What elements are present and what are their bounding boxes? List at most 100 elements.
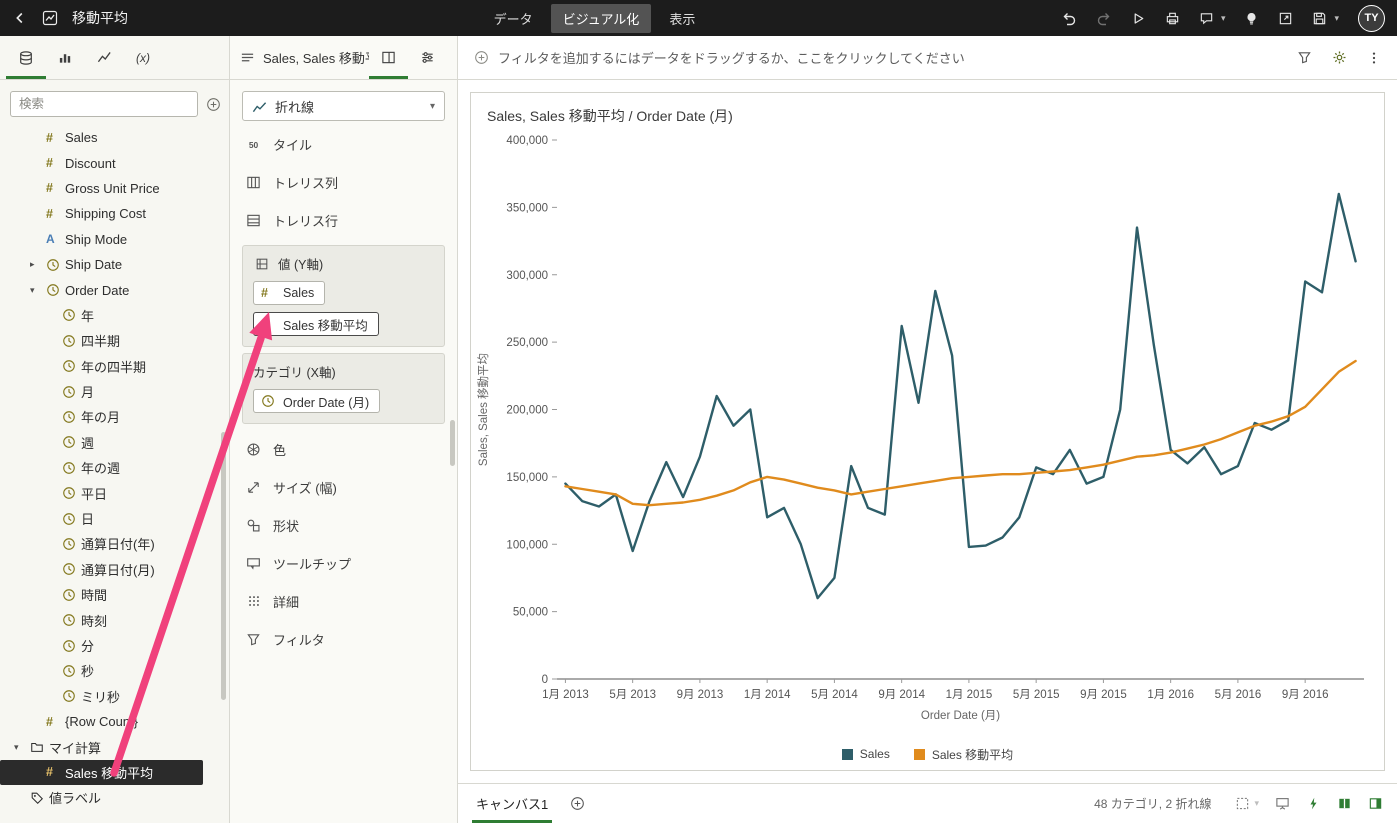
field-chip[interactable]: # Sales xyxy=(253,281,326,305)
tag-icon xyxy=(30,791,49,805)
filter-bar[interactable]: フィルタを追加するにはデータをドラッグするか、ここをクリックしてください xyxy=(458,36,1397,80)
filter-limit-icon[interactable] xyxy=(1297,50,1312,65)
field-item[interactable]: # Gross Unit Price xyxy=(0,176,229,201)
canvas-layout-chevron-icon[interactable]: ▾ xyxy=(1254,798,1259,809)
field-item[interactable]: # Discount xyxy=(0,150,229,175)
topbar-tab[interactable]: ビジュアル化 xyxy=(550,3,652,33)
add-filter-icon[interactable] xyxy=(474,50,489,65)
visualization-card[interactable]: Sales, Sales 移動平均 / Order Date (月) 0 50,0… xyxy=(470,92,1385,771)
search-box[interactable] xyxy=(10,91,198,117)
field-item[interactable]: 時間 xyxy=(0,582,229,607)
category-axis-section[interactable]: カテゴリ (X軸) Order Date (月) xyxy=(242,353,445,424)
field-item[interactable]: ミリ秒 xyxy=(0,684,229,709)
field-item[interactable]: 年の週 xyxy=(0,455,229,480)
export-icon[interactable] xyxy=(1165,11,1180,26)
grammar-scrollbar[interactable] xyxy=(450,420,455,466)
functions-tab-icon[interactable]: (x) xyxy=(124,36,162,79)
present-icon[interactable] xyxy=(1278,11,1293,26)
refresh-data-icon[interactable] xyxy=(1131,11,1146,26)
svg-text:1月 2013: 1月 2013 xyxy=(542,689,589,701)
slot-trellis-cols[interactable]: トレリス列 xyxy=(230,163,457,201)
dataset-list-icon[interactable] xyxy=(240,50,255,65)
field-label: {Row Count} xyxy=(65,714,138,730)
data-tab-icon[interactable] xyxy=(6,36,46,79)
topbar-tab[interactable]: 表示 xyxy=(657,4,707,33)
data-panel-scrollbar[interactable] xyxy=(221,432,226,700)
comment-menu-chevron-icon[interactable]: ▾ xyxy=(1221,13,1226,24)
field-label: マイ計算 xyxy=(49,740,102,756)
gear-icon[interactable] xyxy=(1332,50,1347,65)
field-item[interactable]: 年の四半期 xyxy=(0,354,229,379)
legend-item[interactable]: Sales xyxy=(841,747,890,761)
slot-color[interactable]: 色 xyxy=(230,430,457,468)
field-item[interactable]: 週 xyxy=(0,430,229,455)
field-chip[interactable]: Order Date (月) xyxy=(253,389,381,413)
field-item[interactable]: # Shipping Cost xyxy=(0,201,229,226)
field-chip[interactable]: # Sales 移動平均 xyxy=(253,312,379,336)
chart-title: Sales, Sales 移動平均 / Order Date (月) xyxy=(487,108,733,124)
slot-detail[interactable]: 詳細 xyxy=(230,582,457,620)
save-icon[interactable] xyxy=(1312,11,1327,26)
slot-trellis-rows[interactable]: トレリス行 xyxy=(230,201,457,239)
analytics-tab-icon[interactable] xyxy=(85,36,124,79)
grammar-view-icon[interactable] xyxy=(369,36,408,79)
search-input[interactable] xyxy=(19,97,189,111)
field-item[interactable]: # Sales 移動平均 xyxy=(0,759,203,786)
comment-icon[interactable] xyxy=(1199,11,1214,26)
add-canvas-icon[interactable] xyxy=(570,796,585,811)
field-item[interactable]: 月 xyxy=(0,379,229,404)
grammar-settings-icon[interactable] xyxy=(408,36,447,79)
insights-icon[interactable] xyxy=(1244,11,1259,26)
field-item[interactable]: ▾ Order Date xyxy=(0,277,229,302)
field-item[interactable]: # {Row Count} xyxy=(0,709,229,734)
canvas-layout-icon[interactable] xyxy=(1235,796,1250,811)
auto-insights-icon[interactable] xyxy=(1306,796,1321,811)
collapse-arrow-icon[interactable]: ▾ xyxy=(30,285,46,296)
field-item[interactable]: 日 xyxy=(0,506,229,531)
add-dataset-button[interactable] xyxy=(206,97,221,112)
workbook-title: 移動平均 xyxy=(72,10,128,26)
field-item[interactable]: 年 xyxy=(0,303,229,328)
visualizations-tab-icon[interactable] xyxy=(46,36,85,79)
field-item[interactable]: # Sales xyxy=(0,125,229,150)
back-icon[interactable] xyxy=(12,10,28,26)
field-list: # Sales # Discount # Gross Unit Price # Shippin… xyxy=(0,123,229,823)
save-menu-chevron-icon[interactable]: ▾ xyxy=(1334,13,1339,24)
slot-filter[interactable]: フィルタ xyxy=(230,620,457,658)
expand-arrow-icon[interactable]: ▸ xyxy=(30,259,46,270)
svg-text:5月 2013: 5月 2013 xyxy=(609,689,656,701)
slot-tile[interactable]: 50 タイル xyxy=(230,125,457,163)
value-axis-section[interactable]: 値 (Y軸) # Sales # Sales 移動平均 xyxy=(242,245,445,347)
slot-shape[interactable]: 形状 xyxy=(230,506,457,544)
field-label: 年の月 xyxy=(81,410,121,426)
field-item[interactable]: 年の月 xyxy=(0,404,229,429)
field-item[interactable]: A Ship Mode xyxy=(0,227,229,252)
slot-tooltip[interactable]: ツールチップ xyxy=(230,544,457,582)
chart-type-select[interactable]: 折れ線 ▾ xyxy=(242,91,445,121)
collapse-arrow-icon[interactable]: ▾ xyxy=(14,742,30,753)
legend-item[interactable]: Sales 移動平均 xyxy=(913,746,1013,763)
toggle-left-panel-icon[interactable] xyxy=(1337,796,1352,811)
canvas-tab[interactable]: キャンバス1 xyxy=(472,784,553,823)
field-item[interactable]: 四半期 xyxy=(0,328,229,353)
field-item[interactable]: 秒 xyxy=(0,658,229,683)
undo-icon[interactable] xyxy=(1061,10,1077,26)
field-item[interactable]: ▸ Ship Date xyxy=(0,252,229,277)
chart-type-value: 折れ線 xyxy=(275,99,315,115)
slot-size[interactable]: サイズ (幅) xyxy=(230,468,457,506)
presentation-icon[interactable] xyxy=(1275,796,1290,811)
chart-plot[interactable]: 0 50,000 100,000 150,000 200,000 250,000 300,0… xyxy=(471,126,1384,738)
more-options-icon[interactable] xyxy=(1367,51,1381,65)
user-avatar[interactable]: TY xyxy=(1358,4,1385,32)
field-item[interactable]: 値ラベル xyxy=(0,785,229,810)
field-item[interactable]: 通算日付(月) xyxy=(0,557,229,582)
measure-icon: # xyxy=(46,181,53,196)
plus-circle-icon xyxy=(206,97,221,112)
field-item[interactable]: ▾ マイ計算 xyxy=(0,734,229,759)
field-item[interactable]: 時刻 xyxy=(0,607,229,632)
field-item[interactable]: 分 xyxy=(0,633,229,658)
field-item[interactable]: 平日 xyxy=(0,480,229,505)
topbar-tab[interactable]: データ xyxy=(482,4,545,33)
field-item[interactable]: 通算日付(年) xyxy=(0,531,229,556)
toggle-right-panel-icon[interactable] xyxy=(1368,796,1383,811)
